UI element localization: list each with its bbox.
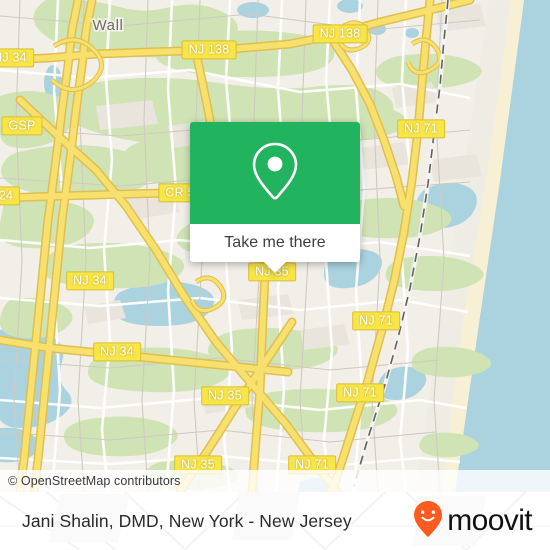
road-shield: NJ 138 [181,40,237,60]
road-shield-label: NJ 138 [319,26,361,41]
map-pin-icon [249,140,301,207]
moovit-wordmark: moovit [447,504,532,537]
road-shield: NJ 34 [93,342,141,362]
footer-title: Jani Shalin, DMD, New York - New Jersey [22,510,352,531]
road-shield: NJ 34 [66,271,114,291]
road-shield-label: NJ 71 [404,121,438,136]
take-me-there-button[interactable]: Take me there [190,224,360,273]
map-attribution: © OpenStreetMap contributors [0,470,550,492]
road-shield: NJ 35 [201,386,249,406]
attribution-text: © OpenStreetMap contributors [8,474,181,488]
footer-content: Jani Shalin, DMD, New York - New Jersey … [0,492,550,550]
take-me-there-label: Take me there [224,234,326,251]
road-shield-label: NJ 71 [343,385,377,400]
road-shield: 24 [0,186,21,206]
road-shield: NJ 34 [0,48,34,68]
road-shield-label: NJ 138 [188,42,230,57]
road-shield: GSP [1,116,43,136]
road-shield-label: NJ 34 [100,344,134,359]
moovit-logo[interactable]: moovit [413,500,533,543]
road-shield: NJ 71 [352,311,400,331]
road-shield-label: NJ 34 [73,273,107,288]
moovit-pin-smiley-icon [413,500,443,543]
road-shield-label: NJ 35 [208,388,242,403]
page-footer: Jani Shalin, DMD, New York - New Jersey … [0,492,550,550]
popup-icon-area [190,122,360,224]
moovit-map-page: Wall NJ 138NJ 138NJ 34GSPNJ 7124CR 5NJ 3… [0,0,550,550]
road-shield-label: NJ 34 [0,50,27,65]
road-shield: NJ 71 [336,383,384,403]
road-shield-label: 24 [0,188,14,203]
road-shield-label: NJ 71 [359,313,393,328]
road-shield: NJ 138 [312,24,368,44]
road-shield: NJ 71 [397,119,445,139]
map-popup-card[interactable]: Take me there [190,122,360,273]
popup-pointer-icon [264,262,286,273]
road-shield-label: GSP [8,118,36,133]
